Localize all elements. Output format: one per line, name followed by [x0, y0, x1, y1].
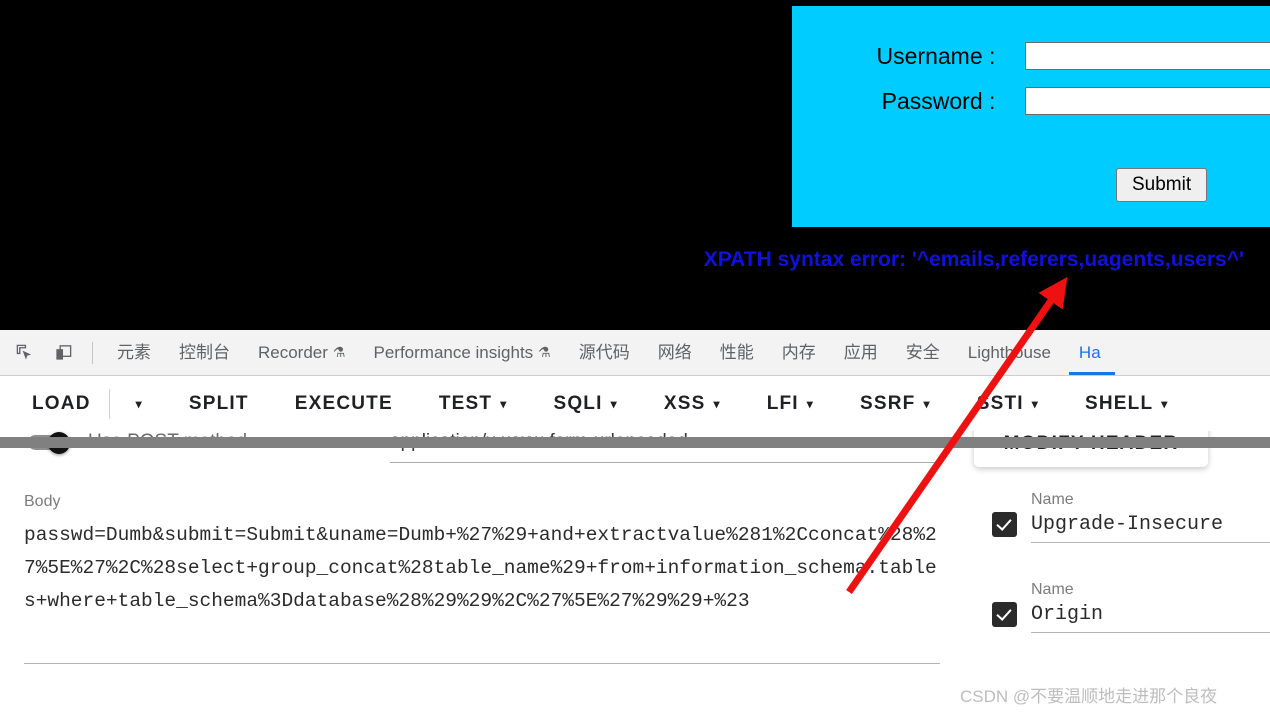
devtools-tab-2[interactable]: Recorder ⚗: [244, 330, 359, 375]
menu-item-label: SPLIT: [188, 393, 249, 414]
password-input[interactable]: [1025, 87, 1270, 115]
username-input[interactable]: [1025, 42, 1270, 70]
devtools-tab-label: 源代码: [578, 343, 630, 362]
devtools-tab-label: 性能: [719, 343, 754, 362]
menu-item-ssrf[interactable]: SSRF ▾: [854, 393, 937, 415]
experiment-flask-icon: ⚗: [332, 344, 346, 360]
header-enabled-checkbox[interactable]: [992, 512, 1017, 537]
submit-button[interactable]: Submit: [1116, 168, 1208, 202]
devtools-tab-label: Ha: [1078, 343, 1101, 362]
header-name-field[interactable]: Name Upgrade-Insecure: [1031, 491, 1270, 543]
password-label: Password :: [881, 87, 996, 114]
menu-item-split[interactable]: SPLIT: [183, 393, 255, 415]
menu-item-sqli[interactable]: SQLI ▾: [547, 393, 623, 415]
devtools-tab-label: 内存: [781, 343, 816, 362]
chevron-down-icon: ▾: [1161, 397, 1169, 411]
menu-item-label: SSTI: [976, 393, 1024, 414]
body-textarea[interactable]: passwd=Dumb&submit=Submit&uname=Dumb+%27…: [24, 519, 940, 618]
devtools-tab-8[interactable]: 应用: [830, 330, 892, 375]
content-type-underline: [390, 462, 938, 463]
devtools-tab-5[interactable]: 网络: [644, 330, 706, 375]
menu-item-xss[interactable]: XSS ▾: [658, 393, 727, 415]
header-name-field[interactable]: Name Origin: [1031, 581, 1270, 633]
devtools-tab-6[interactable]: 性能: [706, 330, 768, 375]
header-enabled-checkbox[interactable]: [992, 602, 1017, 627]
chevron-down-icon: ▾: [713, 397, 721, 411]
devtools-tab-11[interactable]: Ha: [1065, 330, 1115, 375]
watermark: CSDN @不要温顺地走进那个良夜: [960, 687, 1218, 706]
header-row: Name Upgrade-Insecure: [960, 491, 1270, 543]
devtools-tab-bar: 元素 控制台 Recorder ⚗ Performance insights ⚗ 源代码 网络…: [0, 330, 1270, 376]
devtools-tab-3[interactable]: Performance insights ⚗: [359, 330, 564, 375]
username-row: Username :: [792, 42, 1270, 70]
username-label: Username :: [876, 42, 996, 69]
menu-item-label: LFI: [766, 393, 799, 414]
password-row: Password :: [792, 87, 1270, 115]
devtools-tab-label: Recorder: [258, 343, 328, 362]
devtools-tab-4[interactable]: 源代码: [565, 330, 644, 375]
devtools-tab-label: Performance insights: [373, 343, 534, 362]
menu-item-load[interactable]: LOAD: [26, 393, 97, 415]
devtools-tab-7[interactable]: 内存: [768, 330, 830, 375]
horizontal-scrollbar[interactable]: [0, 437, 1270, 448]
devtools-tab-label: 控制台: [179, 343, 230, 362]
menu-item-test[interactable]: TEST ▾: [433, 393, 514, 415]
devtools-tab-10[interactable]: Lighthouse: [954, 330, 1065, 375]
extension-menu-bar: LOAD ▾ SPLIT EXECUTE TEST ▾ SQLI ▾ XSS ▾ LFI ▾ SSRF ▾…: [0, 376, 1270, 432]
menu-item-label: TEST: [438, 393, 493, 414]
devtools-tab-label: 安全: [905, 343, 940, 362]
devtools-tab-1[interactable]: 控制台: [165, 330, 244, 375]
header-row: Name Origin: [960, 581, 1270, 633]
toolbar-divider: [92, 341, 93, 364]
xpath-error-message: XPATH syntax error: '^emails,referers,ua…: [703, 248, 1244, 271]
login-form-panel: Username : Password : Submit: [792, 6, 1270, 227]
chevron-down-icon: ▾: [1031, 397, 1039, 411]
menu-item-execute[interactable]: EXECUTE: [289, 393, 399, 415]
chevron-down-icon: ▾: [500, 397, 508, 411]
header-name-label: Name: [1031, 581, 1074, 598]
body-label: Body: [24, 493, 61, 510]
devtools-tab-0[interactable]: 元素: [103, 330, 165, 375]
chevron-down-icon: ▾: [923, 397, 931, 411]
menu-item-label: SHELL: [1085, 393, 1154, 414]
devtools-panel: 元素 控制台 Recorder ⚗ Performance insights ⚗ 源代码 网络…: [0, 330, 1270, 712]
devtools-tab-9[interactable]: 安全: [892, 330, 954, 375]
menu-item-label: LOAD: [32, 393, 91, 414]
devtools-tab-label: 网络: [657, 343, 692, 362]
menu-item-load-dropdown[interactable]: ▾: [122, 397, 149, 411]
menu-divider: [108, 389, 110, 419]
chevron-down-icon: ▾: [806, 397, 815, 411]
inspect-element-icon[interactable]: [9, 338, 39, 368]
body-underline: [24, 663, 940, 664]
devtools-tab-label: 元素: [117, 343, 151, 362]
header-name-value: Origin: [1031, 603, 1270, 633]
menu-item-label: SSRF: [860, 393, 916, 414]
experiment-flask-icon: ⚗: [538, 344, 551, 360]
headers-panel: MODIFY HEADER NameUpgrade-InsecureNameOr…: [960, 431, 1270, 712]
menu-item-lfi[interactable]: LFI ▾: [761, 393, 820, 415]
header-name-label: Name: [1031, 491, 1074, 508]
chevron-down-icon: ▾: [135, 397, 143, 411]
menu-item-label: EXECUTE: [294, 393, 393, 414]
menu-item-shell[interactable]: SHELL ▾: [1079, 393, 1175, 415]
header-name-value: Upgrade-Insecure: [1031, 513, 1270, 543]
devtools-tab-label: 应用: [843, 343, 878, 362]
menu-item-label: SQLI: [553, 393, 603, 414]
chevron-down-icon: ▾: [610, 397, 618, 411]
devtools-tab-label: Lighthouse: [967, 343, 1051, 362]
menu-item-label: XSS: [663, 393, 706, 414]
browser-viewport: Username : Password : Submit XPATH synta…: [0, 0, 1270, 330]
device-toolbar-icon[interactable]: [48, 338, 78, 368]
menu-item-ssti[interactable]: SSTI ▾: [971, 393, 1045, 415]
